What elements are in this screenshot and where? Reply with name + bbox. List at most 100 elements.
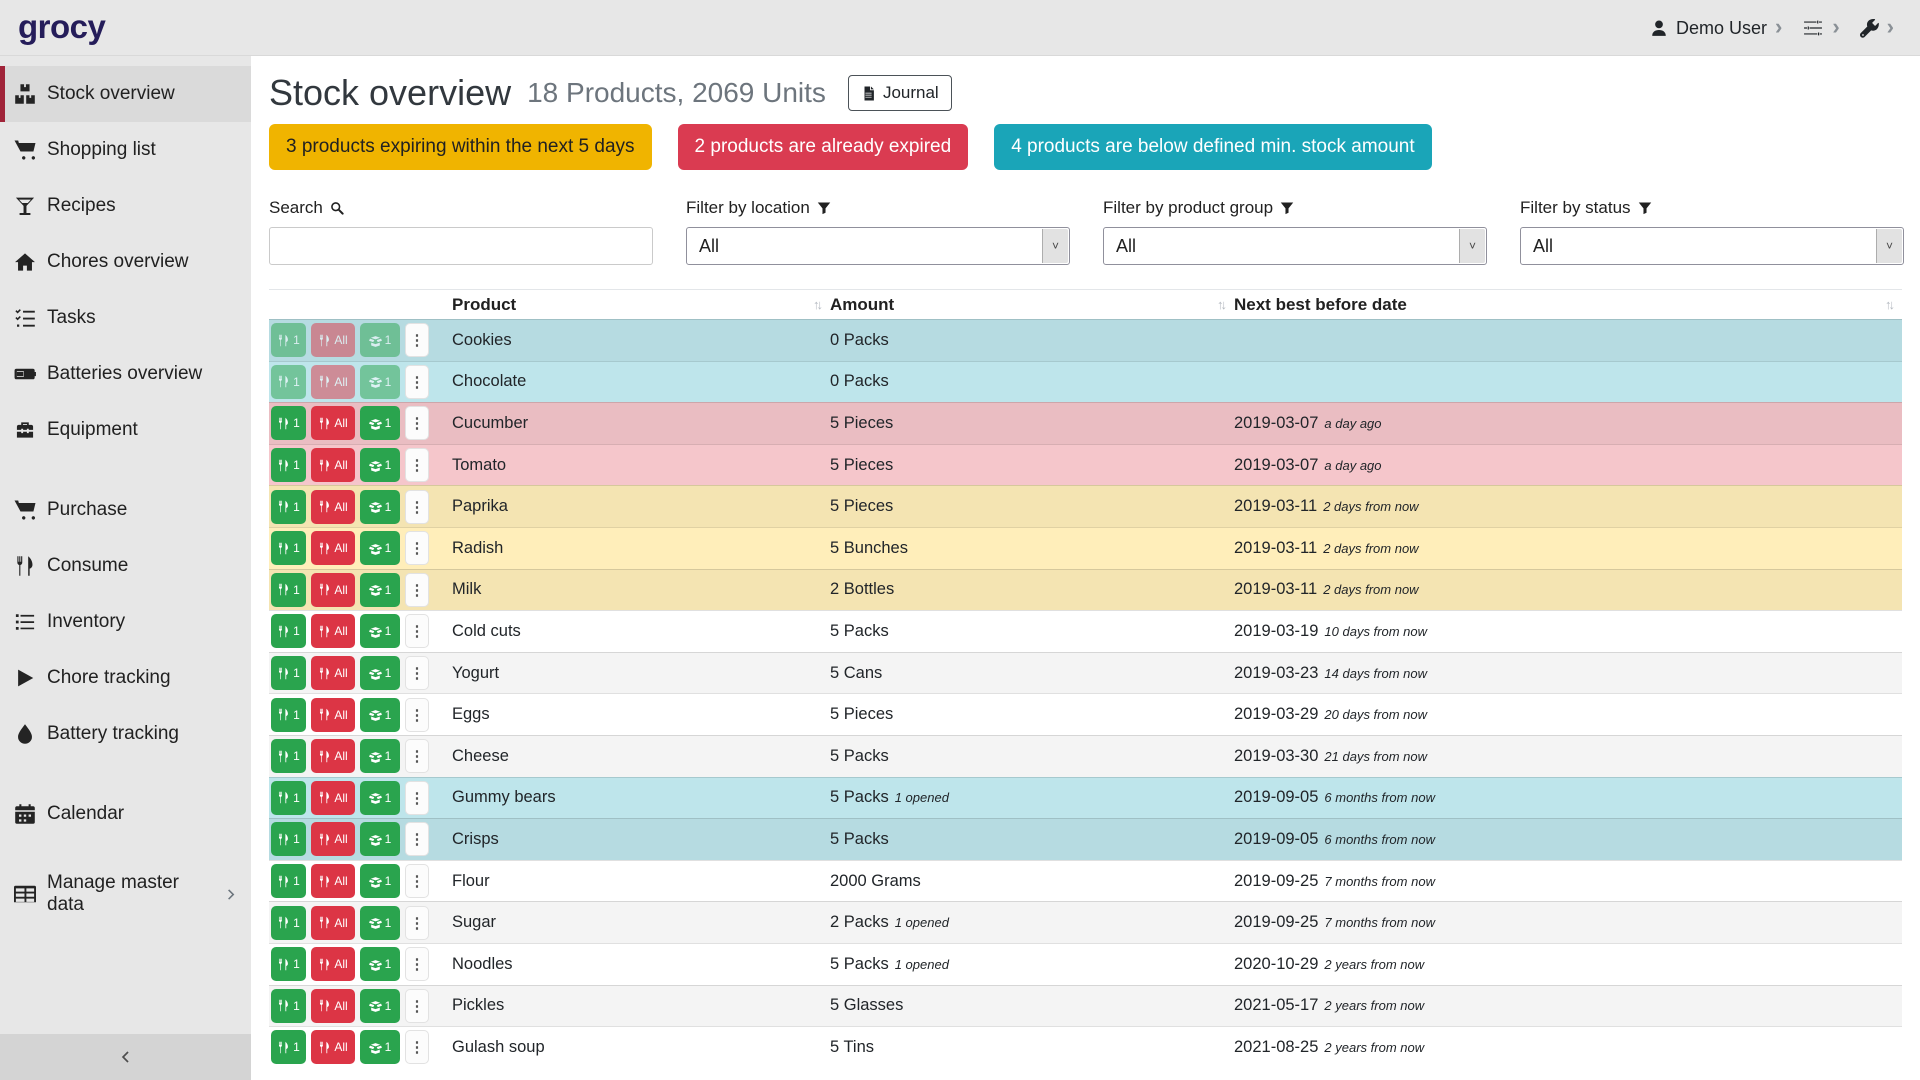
status-alert-1[interactable]: 2 products are already expired (678, 124, 969, 170)
open-one-button[interactable]: 1 (360, 573, 400, 607)
consume-one-button[interactable]: 1 (271, 490, 306, 524)
consume-one-button[interactable]: 1 (271, 739, 306, 773)
row-menu-button[interactable]: ⋮ (405, 906, 429, 940)
consume-all-button[interactable]: All (311, 531, 355, 565)
row-menu-button[interactable]: ⋮ (405, 822, 429, 856)
row-menu-button[interactable]: ⋮ (405, 864, 429, 898)
consume-one-button[interactable]: 1 (271, 698, 306, 732)
sidebar-item-equipment[interactable]: Equipment (0, 402, 251, 458)
open-one-button[interactable]: 1 (360, 406, 400, 440)
consume-all-button[interactable]: All (311, 906, 355, 940)
consume-one-button[interactable]: 1 (271, 1030, 306, 1064)
consume-all-button[interactable]: All (311, 490, 355, 524)
search-input[interactable] (269, 227, 653, 265)
sidebar-item-batteries-overview[interactable]: Batteries overview (0, 346, 251, 402)
row-menu-button[interactable]: ⋮ (405, 490, 429, 524)
row-menu-button[interactable]: ⋮ (405, 365, 429, 399)
column-header-amount[interactable]: Amount ↑↓ (830, 290, 1234, 319)
consume-all-button[interactable]: All (311, 365, 355, 399)
column-header-next-best-before-date[interactable]: Next best before date ↑↓ (1234, 290, 1902, 319)
consume-all-button[interactable]: All (311, 739, 355, 773)
sidebar-item-manage-master-data[interactable]: Manage master data (0, 866, 251, 922)
open-one-button[interactable]: 1 (360, 698, 400, 732)
status-alert-2[interactable]: 4 products are below defined min. stock … (994, 124, 1431, 170)
row-menu-button[interactable]: ⋮ (405, 698, 429, 732)
sidebar-item-consume[interactable]: Consume (0, 538, 251, 594)
column-header-product[interactable]: Product ↑↓ (452, 290, 830, 319)
consume-all-button[interactable]: All (311, 698, 355, 732)
open-one-button[interactable]: 1 (360, 365, 400, 399)
open-one-button[interactable]: 1 (360, 947, 400, 981)
consume-all-button[interactable]: All (311, 822, 355, 856)
open-one-button[interactable]: 1 (360, 1030, 400, 1064)
consume-all-button[interactable]: All (311, 573, 355, 607)
row-menu-button[interactable]: ⋮ (405, 323, 429, 357)
open-one-button[interactable]: 1 (360, 739, 400, 773)
user-menu[interactable]: Demo User › (1650, 18, 1782, 39)
consume-all-button[interactable]: All (311, 323, 355, 357)
sidebar-item-inventory[interactable]: Inventory (0, 594, 251, 650)
brand-logo[interactable]: grocy (18, 8, 105, 46)
filter-select[interactable]: All˅ (1520, 227, 1904, 265)
consume-one-button[interactable]: 1 (271, 323, 306, 357)
row-menu-button[interactable]: ⋮ (405, 656, 429, 690)
open-one-button[interactable]: 1 (360, 531, 400, 565)
filter-select[interactable]: All˅ (686, 227, 1070, 265)
consume-one-button[interactable]: 1 (271, 989, 306, 1023)
sidebar-item-shopping-list[interactable]: Shopping list (0, 122, 251, 178)
open-one-button[interactable]: 1 (360, 989, 400, 1023)
open-one-button[interactable]: 1 (360, 448, 400, 482)
consume-all-button[interactable]: All (311, 864, 355, 898)
open-one-button[interactable]: 1 (360, 614, 400, 648)
row-menu-button[interactable]: ⋮ (405, 614, 429, 648)
consume-one-button[interactable]: 1 (271, 531, 306, 565)
consume-one-button[interactable]: 1 (271, 365, 306, 399)
open-one-button[interactable]: 1 (360, 656, 400, 690)
consume-one-button[interactable]: 1 (271, 822, 306, 856)
consume-all-button[interactable]: All (311, 614, 355, 648)
open-one-button[interactable]: 1 (360, 864, 400, 898)
status-alert-0[interactable]: 3 products expiring within the next 5 da… (269, 124, 652, 170)
row-menu-button[interactable]: ⋮ (405, 781, 429, 815)
open-one-button[interactable]: 1 (360, 906, 400, 940)
consume-one-button[interactable]: 1 (271, 781, 306, 815)
row-menu-button[interactable]: ⋮ (405, 531, 429, 565)
sidebar-item-recipes[interactable]: Recipes (0, 178, 251, 234)
row-menu-button[interactable]: ⋮ (405, 448, 429, 482)
consume-all-button[interactable]: All (311, 448, 355, 482)
sidebar-item-stock-overview[interactable]: Stock overview (0, 66, 251, 122)
consume-one-button[interactable]: 1 (271, 406, 306, 440)
consume-all-button[interactable]: All (311, 656, 355, 690)
consume-one-button[interactable]: 1 (271, 947, 306, 981)
consume-one-button[interactable]: 1 (271, 656, 306, 690)
open-one-button[interactable]: 1 (360, 781, 400, 815)
consume-all-button[interactable]: All (311, 406, 355, 440)
row-menu-button[interactable]: ⋮ (405, 947, 429, 981)
settings-menu[interactable]: › (1802, 17, 1839, 39)
consume-all-button[interactable]: All (311, 781, 355, 815)
consume-one-button[interactable]: 1 (271, 614, 306, 648)
consume-all-button[interactable]: All (311, 1030, 355, 1064)
row-menu-button[interactable]: ⋮ (405, 989, 429, 1023)
consume-one-button[interactable]: 1 (271, 864, 306, 898)
journal-button[interactable]: Journal (848, 75, 952, 111)
sidebar-item-calendar[interactable]: Calendar (0, 786, 251, 842)
consume-one-button[interactable]: 1 (271, 906, 306, 940)
open-one-button[interactable]: 1 (360, 822, 400, 856)
sidebar-item-chores-overview[interactable]: Chores overview (0, 234, 251, 290)
consume-one-button[interactable]: 1 (271, 448, 306, 482)
row-menu-button[interactable]: ⋮ (405, 739, 429, 773)
consume-one-button[interactable]: 1 (271, 573, 306, 607)
sidebar-collapse-button[interactable] (0, 1034, 251, 1080)
filter-select[interactable]: All˅ (1103, 227, 1487, 265)
row-menu-button[interactable]: ⋮ (405, 1030, 429, 1064)
consume-all-button[interactable]: All (311, 989, 355, 1023)
open-one-button[interactable]: 1 (360, 323, 400, 357)
sidebar-item-battery-tracking[interactable]: Battery tracking (0, 706, 251, 762)
row-menu-button[interactable]: ⋮ (405, 573, 429, 607)
sidebar-item-chore-tracking[interactable]: Chore tracking (0, 650, 251, 706)
open-one-button[interactable]: 1 (360, 490, 400, 524)
row-menu-button[interactable]: ⋮ (405, 406, 429, 440)
admin-menu[interactable]: › (1860, 19, 1894, 38)
sidebar-item-tasks[interactable]: Tasks (0, 290, 251, 346)
